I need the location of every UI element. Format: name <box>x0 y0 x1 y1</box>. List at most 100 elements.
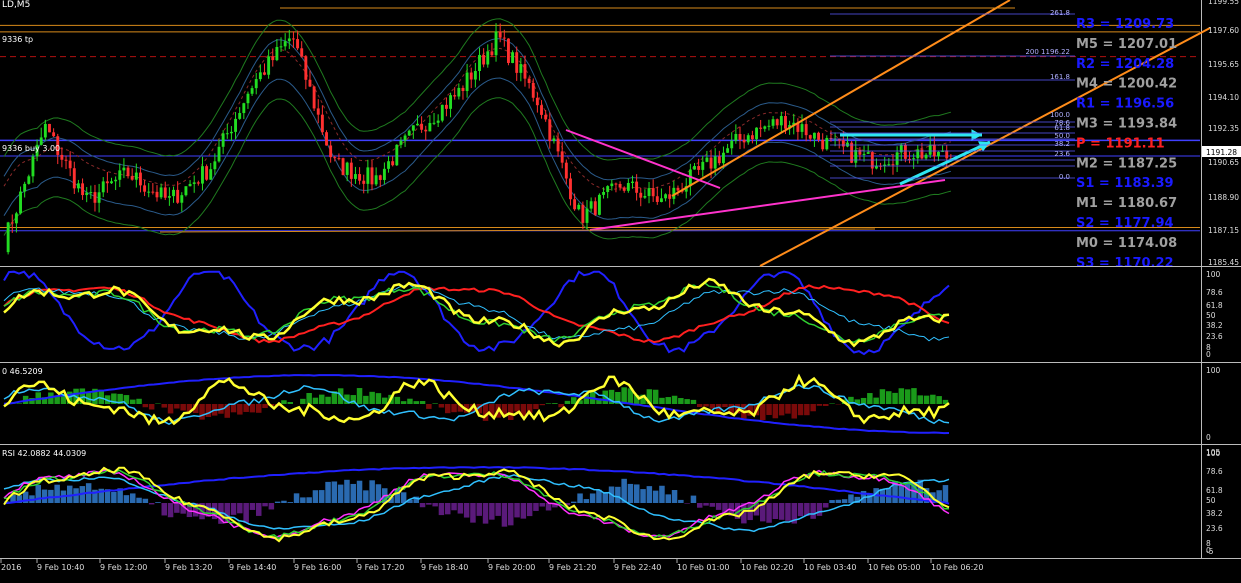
symbol-title: LD,M5 <box>2 0 30 10</box>
histogram-bar <box>161 404 167 408</box>
histogram-bar <box>545 403 552 404</box>
histogram-bar <box>690 399 697 404</box>
histogram-bar <box>281 500 287 503</box>
oscillator-line <box>3 270 950 356</box>
candle-body <box>130 176 134 180</box>
candle-body <box>31 156 35 177</box>
candle-body <box>614 183 618 185</box>
candle-body <box>296 39 300 49</box>
histogram-bar <box>325 481 331 503</box>
trading-chart[interactable]: 10078.661.85038.223.680 1000 10510078.66… <box>0 0 1241 583</box>
pivot-label: M5 = 1207.01 <box>1076 37 1177 52</box>
histogram-bar <box>281 400 287 404</box>
histogram-bar <box>249 503 256 510</box>
histogram-bar <box>634 484 640 503</box>
candle-body <box>540 105 543 115</box>
current-price-label: 1191.28 <box>1206 148 1237 157</box>
histogram-bar <box>300 398 306 404</box>
histogram-bar <box>621 387 627 404</box>
candle-body <box>535 97 539 106</box>
candle-body <box>10 222 14 224</box>
histogram-bar <box>268 503 275 510</box>
candle-body <box>134 172 138 180</box>
price-pane[interactable] <box>0 0 1211 267</box>
candle-body <box>159 187 163 198</box>
oscillator-tick: 38.2 <box>1206 321 1223 330</box>
fibonacci-labels: 261.8200 1196.22161.8100.078.661.850.038… <box>1025 9 1070 181</box>
histogram-bar <box>772 404 779 419</box>
pivot-label: M3 = 1193.84 <box>1076 117 1177 132</box>
candle-body <box>72 168 76 189</box>
histogram-bar <box>514 503 520 518</box>
candle-body <box>143 185 147 192</box>
histogram-bar <box>432 503 438 507</box>
candle-body <box>304 56 308 80</box>
histogram-bar <box>180 404 186 411</box>
candle-body <box>544 114 548 120</box>
candle-body <box>457 87 461 97</box>
histogram-bar <box>722 404 728 408</box>
candle-body <box>841 140 845 147</box>
candle-body <box>399 140 403 145</box>
histogram-bar <box>243 404 249 412</box>
candle-body <box>655 196 659 202</box>
candle-body <box>858 149 862 155</box>
histogram-bar <box>886 391 892 404</box>
rsi-pane[interactable]: 10510078.661.85038.223.680-5 <box>3 448 1223 556</box>
histogram-bar <box>54 484 60 503</box>
candle-body <box>176 189 180 203</box>
candle-body <box>122 167 126 171</box>
price-tick: 1187.15 <box>1208 226 1239 235</box>
candle-body <box>742 139 746 143</box>
histogram-bar <box>306 497 312 503</box>
histogram-bar <box>539 503 545 507</box>
oscillator-tick: 61.8 <box>1206 486 1223 495</box>
price-tick: 1195.65 <box>1208 60 1239 69</box>
candle-body <box>548 119 552 142</box>
histogram-bar <box>16 403 23 404</box>
candle-body <box>606 186 610 192</box>
candle-body <box>589 201 593 209</box>
candle-body <box>126 167 130 177</box>
fib-label: 38.2 <box>1054 140 1070 148</box>
histogram-bar <box>319 490 325 503</box>
candle-body <box>316 108 320 115</box>
histogram-bar <box>130 493 136 503</box>
histogram-bar <box>646 486 653 503</box>
candle-body <box>676 187 680 191</box>
candle-body <box>263 72 266 75</box>
candle-body <box>387 161 390 169</box>
candle-body <box>279 46 283 48</box>
candle-body <box>515 52 519 73</box>
pane-borders <box>0 0 1241 559</box>
candle-body <box>287 38 291 42</box>
histogram-bar <box>911 388 917 404</box>
candle-body <box>370 167 374 185</box>
oscillator-tick: 100 <box>1206 270 1221 279</box>
oscillator-pane-1[interactable]: 10078.661.85038.223.680 <box>3 270 1223 359</box>
candle-body <box>180 195 184 203</box>
candle-body <box>498 31 502 38</box>
price-tick: 1197.60 <box>1208 26 1239 35</box>
pivot-label: R2 = 1204.28 <box>1076 57 1174 72</box>
candle-body <box>502 37 506 39</box>
histogram-bar <box>791 404 797 419</box>
histogram-bar <box>810 404 816 412</box>
candle-body <box>114 179 118 182</box>
histogram-bar <box>684 399 690 404</box>
histogram-bar <box>848 494 854 503</box>
oscillator-tick: 78.6 <box>1206 467 1223 476</box>
candle-body <box>659 198 663 202</box>
candle-body <box>68 160 72 169</box>
candle-body <box>569 178 572 200</box>
histogram-bar <box>665 494 671 503</box>
oscillator-pane-2[interactable]: 100 0 <box>3 366 1221 442</box>
histogram-bar <box>835 499 842 503</box>
candle-body <box>27 176 31 184</box>
fib-label: 100.0 <box>1050 111 1070 119</box>
time-label: 9 Feb 10:40 <box>37 563 84 572</box>
histogram-bar <box>552 403 558 404</box>
histogram-bar <box>331 481 338 503</box>
histogram-bar <box>703 404 709 407</box>
time-label: 10 Feb 01:00 <box>677 563 729 572</box>
